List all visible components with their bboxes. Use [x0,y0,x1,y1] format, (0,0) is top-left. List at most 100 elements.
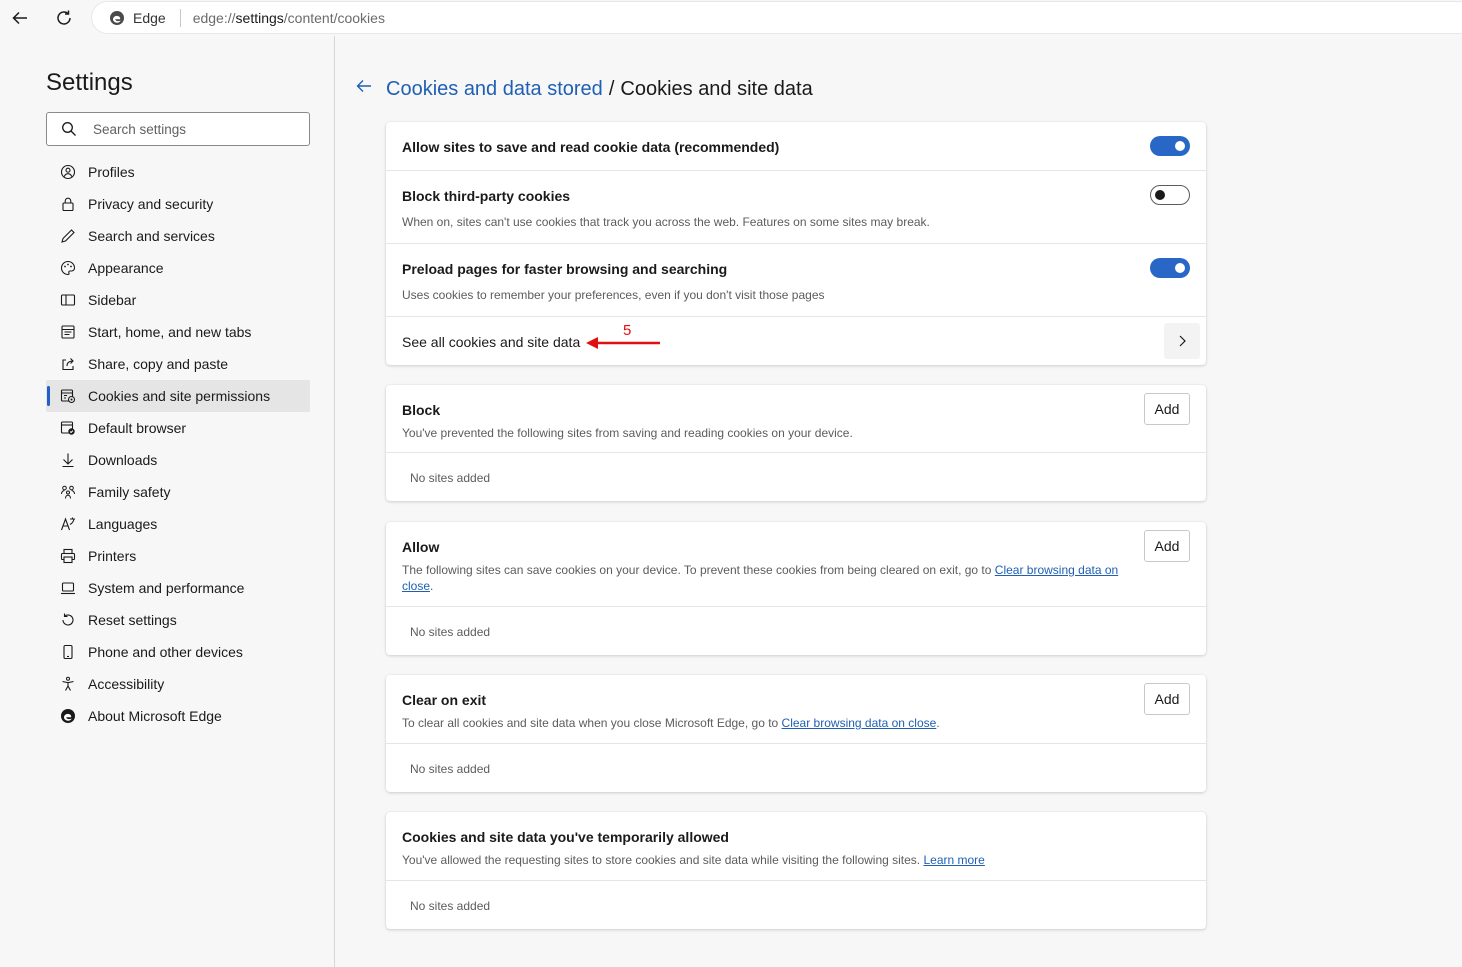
cookie-settings-card: Allow sites to save and read cookie data… [386,122,1206,365]
allow-title: Allow [402,539,440,555]
sidebar-item-accessibility[interactable]: Accessibility [46,668,310,700]
sidebar-item-sidebar[interactable]: Sidebar [46,284,310,316]
sidebar-item-label: Languages [88,516,158,532]
sidebar-item-phone[interactable]: Phone and other devices [46,636,310,668]
sidebar-item-family[interactable]: Family safety [46,476,310,508]
see-all-cookies-button[interactable] [1164,323,1200,359]
sidebar-item-label: Sidebar [88,292,137,308]
temp-title: Cookies and site data you've temporarily… [402,829,729,845]
refresh-button[interactable] [50,4,78,32]
download-icon [62,453,74,468]
profile-icon [60,164,76,180]
allow-list: No sites added [386,607,1206,655]
preload-pages-row: Preload pages for faster browsing and se… [386,244,1206,317]
sidebar-item-label: Profiles [88,164,135,180]
block-card: Block You've prevented the following sit… [386,385,1206,501]
back-button[interactable] [6,4,34,32]
sidebar-item-search[interactable]: Search and services [46,220,310,252]
laptop-icon [61,582,75,595]
allow-cookies-toggle[interactable] [1150,136,1190,156]
sidebar-item-profiles[interactable]: Profiles [46,156,310,188]
sidebar-item-label: Privacy and security [88,196,214,212]
sidebar-item-privacy[interactable]: Privacy and security [46,188,310,220]
chevron-right-icon [1179,335,1186,347]
block-add-button[interactable]: Add [1144,393,1190,425]
sidebar-item-reset[interactable]: Reset settings [46,604,310,636]
sidebar-item-label: Share, copy and paste [88,356,229,372]
see-all-cookies-title: See all cookies and site data [402,334,581,350]
clear-add-button[interactable]: Add [1144,683,1190,715]
url-text: edge://settings/content/cookies [193,10,385,26]
sidebar-item-downloads[interactable]: Downloads [46,444,310,476]
clear-browsing-data-link[interactable]: Clear browsing data on close [782,716,937,730]
share-icon [62,358,74,371]
clear-title: Clear on exit [402,692,487,708]
sidebar-item-label: Reset settings [88,612,177,628]
search-settings-input[interactable] [93,121,293,137]
settings-content: Cookies and data stored / Cookies and si… [336,36,1462,967]
accessibility-icon [62,676,74,691]
clear-desc: To clear all cookies and site data when … [402,715,940,731]
clear-desc-text: To clear all cookies and site data when … [402,716,782,730]
breadcrumb-parent-link[interactable]: Cookies and data stored [386,78,603,101]
temporarily-allowed-card: Cookies and site data you've temporarily… [386,812,1206,929]
allow-add-button[interactable]: Add [1144,530,1190,562]
block-list: No sites added [386,453,1206,501]
sidebar-item-label: Appearance [88,260,164,276]
learn-more-link[interactable]: Learn more [923,853,984,867]
sidebar-item-label: Search and services [88,228,215,244]
temp-desc: You've allowed the requesting sites to s… [402,852,985,868]
clear-list: No sites added [386,744,1206,792]
sidebar-item-printers[interactable]: Printers [46,540,310,572]
sidebar-icon [60,294,76,306]
lock-icon [62,197,74,212]
default-browser-icon [60,421,75,435]
allow-cookies-title: Allow sites to save and read cookie data… [402,139,780,155]
family-icon [61,485,75,499]
block-third-party-title: Block third-party cookies [402,188,571,204]
preload-pages-desc: Uses cookies to remember your preference… [402,288,825,302]
sidebar-item-cookies[interactable]: Cookies and site permissions [46,380,310,412]
preload-pages-title: Preload pages for faster browsing and se… [402,261,728,277]
url-host: settings [235,9,284,26]
breadcrumb: Cookies and data stored / Cookies and si… [354,76,813,102]
sidebar-item-share[interactable]: Share, copy and paste [46,348,310,380]
sidebar-item-languages[interactable]: Languages [46,508,310,540]
sidebar-item-default-browser[interactable]: Default browser [46,412,310,444]
address-bar[interactable]: Edge edge://settings/content/cookies [92,2,1462,33]
temp-desc-text: You've allowed the requesting sites to s… [402,853,924,867]
see-all-cookies-row[interactable]: See all cookies and site data [386,317,1206,365]
breadcrumb-back-button[interactable] [354,76,374,102]
clear-header-row: Clear on exit To clear all cookies and s… [386,675,1206,744]
settings-nav: Profiles Privacy and security Search and… [46,156,310,732]
preload-pages-toggle[interactable] [1150,258,1190,278]
allow-cookies-row: Allow sites to save and read cookie data… [386,122,1206,171]
temp-empty-text: No sites added [410,899,491,913]
pen-icon [61,229,75,243]
block-third-party-desc: When on, sites can't use cookies that tr… [402,215,930,229]
palette-icon [60,260,76,276]
home-tabs-icon [61,325,75,339]
url-path: /content/cookies [283,9,385,26]
search-settings-box[interactable] [46,112,310,146]
sidebar-item-start-home[interactable]: Start, home, and new tabs [46,316,310,348]
settings-sidebar: Settings Profiles Privacy and security S… [0,36,335,967]
sidebar-item-about[interactable]: About Microsoft Edge [46,700,310,732]
sidebar-item-appearance[interactable]: Appearance [46,252,310,284]
sidebar-item-label: Cookies and site permissions [88,388,271,404]
block-title: Block [402,402,441,418]
allow-desc: The following sites can save cookies on … [402,562,1122,594]
allow-desc-text: The following sites can save cookies on … [402,563,995,577]
cookie-permissions-icon [60,389,76,404]
printer-icon [60,548,76,564]
clear-empty-text: No sites added [410,762,491,776]
phone-icon [63,644,73,660]
refresh-icon [57,10,71,25]
allow-empty-text: No sites added [410,625,491,639]
block-third-party-toggle[interactable] [1150,185,1190,205]
allow-card: Allow The following sites can save cooki… [386,522,1206,655]
sidebar-item-system[interactable]: System and performance [46,572,310,604]
block-header-row: Block You've prevented the following sit… [386,385,1206,453]
back-arrow-icon [12,11,27,25]
edge-logo-icon [61,709,75,723]
